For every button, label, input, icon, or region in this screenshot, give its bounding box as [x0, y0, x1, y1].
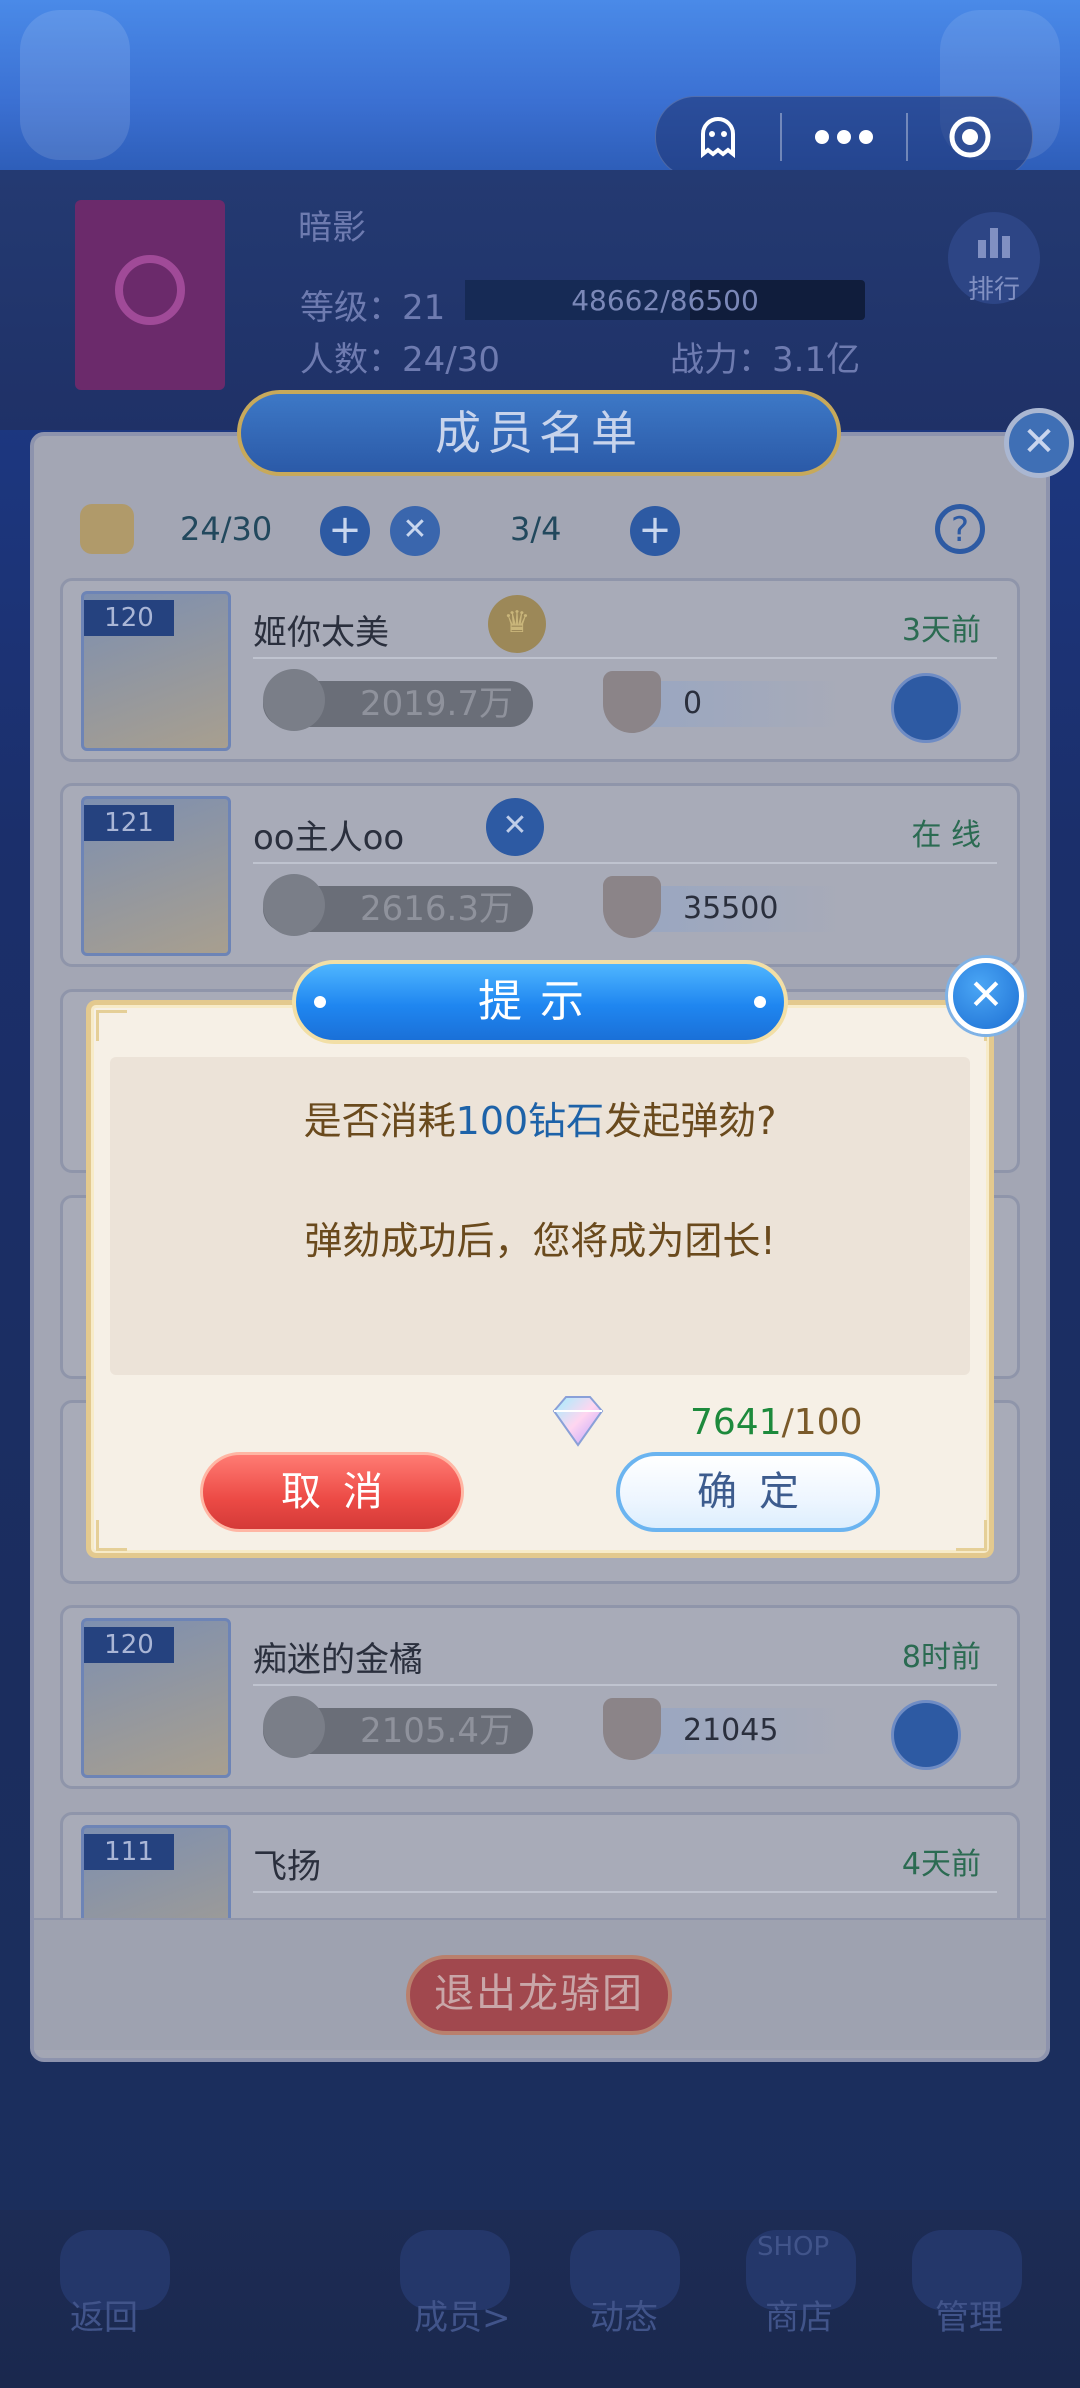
member-name: 飞扬 — [253, 1847, 321, 1887]
dialog-close-button[interactable]: ✕ — [948, 958, 1024, 1034]
line1-suffix: 发起弹劾? — [604, 1099, 777, 1143]
member-last-online: 8时前 — [901, 1640, 981, 1675]
warriors-count: 3/4 — [510, 510, 562, 548]
diamond-have: 7641 — [690, 1402, 782, 1443]
member-level: 120 — [84, 600, 174, 636]
guild-name: 暗影 — [298, 208, 366, 248]
dialog-title-text: 提示 — [478, 976, 602, 1027]
crossed-swords-icon: ✕ — [486, 798, 544, 856]
divider — [253, 1891, 997, 1893]
member-name: 痴迷的金橘 — [253, 1640, 423, 1680]
member-level: 121 — [84, 805, 174, 841]
fist-action-button[interactable] — [891, 673, 961, 743]
member-name: 姬你太美 — [253, 613, 389, 653]
exit-guild-button[interactable]: 退出龙骑团 — [406, 1955, 672, 2035]
divider — [253, 862, 997, 864]
panel-stats: 24/30 + ✕ 3/4 + ? — [80, 500, 1000, 560]
rank-button[interactable]: 排行 — [948, 212, 1040, 305]
contribution-shield-icon — [603, 876, 661, 938]
line1-prefix: 是否消耗 — [303, 1099, 456, 1143]
dialog-line-2: 弹劾成功后，您将成为团长! — [304, 1219, 776, 1263]
gear-action-button[interactable] — [891, 1700, 961, 1770]
guild-banner — [75, 200, 225, 390]
crown-icon: ♛ — [488, 595, 546, 653]
nav-manage[interactable]: 管理 — [935, 2290, 1003, 2339]
bar-chart-icon — [978, 228, 1010, 258]
title-dot — [754, 996, 766, 1008]
rank-label: 排行 — [967, 275, 1020, 305]
guild-level: 等级：21 — [300, 288, 446, 328]
more-dots-icon[interactable] — [782, 97, 906, 177]
guild-exp-text: 48662/86500 — [571, 284, 759, 317]
diamond-icon — [552, 1396, 604, 1447]
confirm-button[interactable]: 确定 — [616, 1452, 880, 1532]
contribution-shield-icon — [603, 671, 661, 733]
title-dot — [314, 996, 326, 1008]
contribution-shield-icon — [603, 1698, 661, 1760]
power-medal-icon — [263, 874, 325, 936]
member-name: oo主人oo — [253, 818, 405, 858]
divider — [253, 657, 997, 659]
nav-shop-sign: SHOP — [757, 2232, 830, 2262]
decor-left — [20, 10, 130, 160]
target-icon[interactable] — [908, 97, 1032, 177]
member-card[interactable]: 111 飞扬 4天前 — [60, 1812, 1020, 1932]
nav-members[interactable]: 成员> — [414, 2290, 511, 2339]
member-card[interactable]: 121 oo主人oo ✕ 在 线 2616.3万 35500 — [60, 783, 1020, 967]
member-level: 120 — [84, 1627, 174, 1663]
flame-icon — [115, 255, 185, 325]
guild-members: 人数：24/30 — [300, 340, 500, 380]
dialog-corner-ornament — [956, 1520, 987, 1551]
miniapp-capsule — [655, 96, 1033, 178]
member-last-online: 3天前 — [901, 613, 981, 648]
guild-power: 战力：3.1亿 — [670, 340, 861, 380]
ghost-icon[interactable] — [656, 97, 780, 177]
diamond-balance: 7641/100 — [690, 1402, 862, 1443]
guild-exp-bar: 48662/86500 — [465, 280, 865, 320]
nav-shop[interactable]: 商店 — [765, 2290, 833, 2339]
help-icon[interactable]: ? — [935, 504, 985, 554]
power-medal-icon — [263, 1696, 325, 1758]
avatar: 111 — [81, 1825, 231, 1929]
nav-back[interactable]: 返回 — [70, 2290, 138, 2339]
diamond-cost-highlight: 100钻石 — [455, 1099, 605, 1143]
dialog-title: 提示 — [292, 960, 788, 1044]
cancel-button[interactable]: 取消 — [200, 1452, 464, 1532]
panel-close-button[interactable]: ✕ — [1004, 408, 1074, 478]
members-icon — [80, 504, 134, 554]
panel-title: 成员名单 — [237, 390, 841, 476]
add-warriors-button[interactable]: + — [630, 506, 680, 556]
divider — [253, 1684, 997, 1686]
avatar: 120 — [81, 591, 231, 751]
member-last-online: 在 线 — [911, 818, 981, 853]
avatar: 120 — [81, 1618, 231, 1778]
diamond-cost: /100 — [781, 1402, 863, 1443]
power-medal-icon — [263, 669, 325, 731]
avatar: 121 — [81, 796, 231, 956]
members-count: 24/30 — [180, 510, 273, 548]
add-members-button[interactable]: + — [320, 506, 370, 556]
member-card[interactable]: 120 痴迷的金橘 8时前 2105.4万 21045 — [60, 1605, 1020, 1789]
member-card[interactable]: 120 姬你太美 ♛ 3天前 2019.7万 0 — [60, 578, 1020, 762]
swords-icon: ✕ — [390, 506, 440, 556]
member-last-online: 4天前 — [901, 1847, 981, 1882]
member-level: 111 — [84, 1834, 174, 1870]
nav-activity[interactable]: 动态 — [590, 2290, 658, 2339]
dialog-corner-ornament — [96, 1520, 127, 1551]
dialog-line-1: 是否消耗100钻石发起弹劾? — [110, 1090, 970, 1145]
dialog-corner-ornament — [96, 1010, 127, 1041]
